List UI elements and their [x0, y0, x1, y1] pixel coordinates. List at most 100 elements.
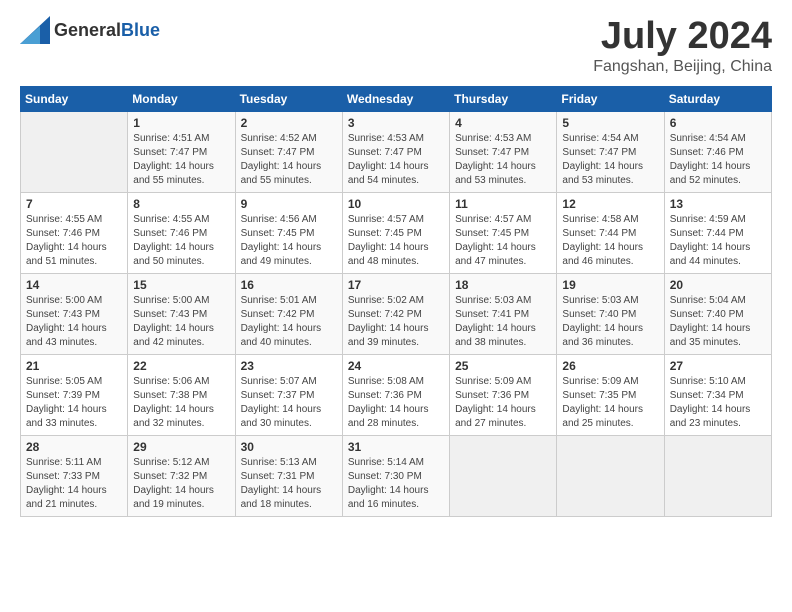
main-title: July 2024 — [593, 16, 772, 58]
calendar-cell: 28 Sunrise: 5:11 AMSunset: 7:33 PMDayligh… — [21, 435, 128, 516]
day-number: 10 — [348, 197, 444, 211]
calendar-cell — [450, 435, 557, 516]
calendar-cell: 21 Sunrise: 5:05 AMSunset: 7:39 PMDayligh… — [21, 354, 128, 435]
calendar-cell: 17Sunrise: 5:02 AMSunset: 7:42 PMDayligh… — [342, 273, 449, 354]
day-detail: Sunrise: 5:08 AMSunset: 7:36 PMDaylight:… — [348, 375, 444, 431]
day-number: 4 — [455, 116, 551, 130]
calendar-cell: 30 Sunrise: 5:13 AMSunset: 7:31 PMDayligh… — [235, 435, 342, 516]
page: GeneralBlue July 2024 Fangshan, Beijing,… — [0, 0, 792, 612]
calendar-cell: 1Sunrise: 4:51 AMSunset: 7:47 PMDaylight… — [128, 111, 235, 192]
calendar-cell: 31 Sunrise: 5:14 AMSunset: 7:30 PMDayligh… — [342, 435, 449, 516]
day-detail: Sunrise: 4:52 AMSunset: 7:47 PMDaylight:… — [241, 132, 337, 188]
calendar-week-4: 21 Sunrise: 5:05 AMSunset: 7:39 PMDayligh… — [21, 354, 772, 435]
column-header-friday: Friday — [557, 86, 664, 111]
day-number: 22 — [133, 359, 229, 373]
logo-blue: Blue — [121, 20, 160, 40]
calendar-cell: 9 Sunrise: 4:56 AMSunset: 7:45 PMDaylight… — [235, 192, 342, 273]
day-detail: Sunrise: 5:03 AMSunset: 7:40 PMDaylight:… — [562, 294, 658, 350]
day-detail: Sunrise: 5:05 AMSunset: 7:39 PMDaylight:… — [26, 375, 122, 431]
calendar-cell: 16 Sunrise: 5:01 AMSunset: 7:42 PMDayligh… — [235, 273, 342, 354]
column-header-monday: Monday — [128, 86, 235, 111]
day-number: 7 — [26, 197, 122, 211]
day-detail: Sunrise: 5:00 AMSunset: 7:43 PMDaylight:… — [133, 294, 229, 350]
logo-icon — [20, 16, 50, 44]
day-detail: Sunrise: 5:14 AMSunset: 7:30 PMDaylight:… — [348, 456, 444, 512]
day-number: 19 — [562, 278, 658, 292]
day-detail: Sunrise: 5:06 AMSunset: 7:38 PMDaylight:… — [133, 375, 229, 431]
logo-text: GeneralBlue — [54, 20, 160, 41]
day-number: 2 — [241, 116, 337, 130]
calendar-header: SundayMondayTuesdayWednesdayThursdayFrid… — [21, 86, 772, 111]
day-number: 3 — [348, 116, 444, 130]
day-number: 14 — [26, 278, 122, 292]
day-detail: Sunrise: 5:01 AMSunset: 7:42 PMDaylight:… — [241, 294, 337, 350]
day-detail: Sunrise: 5:02 AMSunset: 7:42 PMDaylight:… — [348, 294, 444, 350]
calendar-table: SundayMondayTuesdayWednesdayThursdayFrid… — [20, 86, 772, 517]
day-number: 30 — [241, 440, 337, 454]
calendar-cell: 5 Sunrise: 4:54 AMSunset: 7:47 PMDaylight… — [557, 111, 664, 192]
day-number: 23 — [241, 359, 337, 373]
calendar-cell: 12 Sunrise: 4:58 AMSunset: 7:44 PMDayligh… — [557, 192, 664, 273]
column-header-sunday: Sunday — [21, 86, 128, 111]
calendar-week-2: 7 Sunrise: 4:55 AMSunset: 7:46 PMDaylight… — [21, 192, 772, 273]
day-number: 5 — [562, 116, 658, 130]
day-detail: Sunrise: 5:09 AMSunset: 7:35 PMDaylight:… — [562, 375, 658, 431]
day-number: 9 — [241, 197, 337, 211]
day-number: 8 — [133, 197, 229, 211]
calendar-week-3: 14 Sunrise: 5:00 AMSunset: 7:43 PMDayligh… — [21, 273, 772, 354]
day-number: 27 — [670, 359, 766, 373]
calendar-week-1: 1Sunrise: 4:51 AMSunset: 7:47 PMDaylight… — [21, 111, 772, 192]
column-header-tuesday: Tuesday — [235, 86, 342, 111]
day-number: 16 — [241, 278, 337, 292]
day-detail: Sunrise: 5:09 AMSunset: 7:36 PMDaylight:… — [455, 375, 551, 431]
calendar-cell: 19 Sunrise: 5:03 AMSunset: 7:40 PMDayligh… — [557, 273, 664, 354]
day-detail: Sunrise: 4:54 AMSunset: 7:46 PMDaylight:… — [670, 132, 766, 188]
calendar-cell: 8 Sunrise: 4:55 AMSunset: 7:46 PMDaylight… — [128, 192, 235, 273]
day-detail: Sunrise: 4:58 AMSunset: 7:44 PMDaylight:… — [562, 213, 658, 269]
column-header-saturday: Saturday — [664, 86, 771, 111]
calendar-cell: 4Sunrise: 4:53 AMSunset: 7:47 PMDaylight… — [450, 111, 557, 192]
day-detail: Sunrise: 5:11 AMSunset: 7:33 PMDaylight:… — [26, 456, 122, 512]
day-detail: Sunrise: 4:57 AMSunset: 7:45 PMDaylight:… — [455, 213, 551, 269]
day-detail: Sunrise: 4:54 AMSunset: 7:47 PMDaylight:… — [562, 132, 658, 188]
calendar-week-5: 28 Sunrise: 5:11 AMSunset: 7:33 PMDayligh… — [21, 435, 772, 516]
day-number: 12 — [562, 197, 658, 211]
day-detail: Sunrise: 5:13 AMSunset: 7:31 PMDaylight:… — [241, 456, 337, 512]
day-detail: Sunrise: 4:55 AMSunset: 7:46 PMDaylight:… — [26, 213, 122, 269]
day-number: 25 — [455, 359, 551, 373]
day-detail: Sunrise: 4:55 AMSunset: 7:46 PMDaylight:… — [133, 213, 229, 269]
day-detail: Sunrise: 4:56 AMSunset: 7:45 PMDaylight:… — [241, 213, 337, 269]
calendar-cell: 25 Sunrise: 5:09 AMSunset: 7:36 PMDayligh… — [450, 354, 557, 435]
day-number: 28 — [26, 440, 122, 454]
calendar-cell: 14Sunrise: 5:00 AMSunset: 7:43 PMDayligh… — [21, 273, 128, 354]
day-detail: Sunrise: 5:07 AMSunset: 7:37 PMDaylight:… — [241, 375, 337, 431]
calendar-cell: 29 Sunrise: 5:12 AMSunset: 7:32 PMDayligh… — [128, 435, 235, 516]
day-number: 21 — [26, 359, 122, 373]
day-number: 31 — [348, 440, 444, 454]
calendar-cell: 10 Sunrise: 4:57 AMSunset: 7:45 PMDayligh… — [342, 192, 449, 273]
day-number: 1 — [133, 116, 229, 130]
day-detail: Sunrise: 5:12 AMSunset: 7:32 PMDaylight:… — [133, 456, 229, 512]
calendar-cell: 6Sunrise: 4:54 AMSunset: 7:46 PMDaylight… — [664, 111, 771, 192]
day-number: 13 — [670, 197, 766, 211]
day-number: 15 — [133, 278, 229, 292]
calendar-cell: 26 Sunrise: 5:09 AMSunset: 7:35 PMDayligh… — [557, 354, 664, 435]
calendar-cell: 3 Sunrise: 4:53 AMSunset: 7:47 PMDaylight… — [342, 111, 449, 192]
logo: GeneralBlue — [20, 16, 160, 44]
day-number: 24 — [348, 359, 444, 373]
day-number: 11 — [455, 197, 551, 211]
day-detail: Sunrise: 4:53 AMSunset: 7:47 PMDaylight:… — [348, 132, 444, 188]
day-detail: Sunrise: 4:57 AMSunset: 7:45 PMDaylight:… — [348, 213, 444, 269]
day-number: 26 — [562, 359, 658, 373]
calendar-cell — [664, 435, 771, 516]
title-block: July 2024 Fangshan, Beijing, China — [593, 16, 772, 76]
logo-general: General — [54, 20, 121, 40]
column-header-wednesday: Wednesday — [342, 86, 449, 111]
calendar-cell: 24 Sunrise: 5:08 AMSunset: 7:36 PMDayligh… — [342, 354, 449, 435]
calendar-cell: 11 Sunrise: 4:57 AMSunset: 7:45 PMDayligh… — [450, 192, 557, 273]
calendar-cell: 20Sunrise: 5:04 AMSunset: 7:40 PMDayligh… — [664, 273, 771, 354]
day-detail: Sunrise: 5:03 AMSunset: 7:41 PMDaylight:… — [455, 294, 551, 350]
day-detail: Sunrise: 5:10 AMSunset: 7:34 PMDaylight:… — [670, 375, 766, 431]
calendar-cell: 7 Sunrise: 4:55 AMSunset: 7:46 PMDaylight… — [21, 192, 128, 273]
day-number: 29 — [133, 440, 229, 454]
